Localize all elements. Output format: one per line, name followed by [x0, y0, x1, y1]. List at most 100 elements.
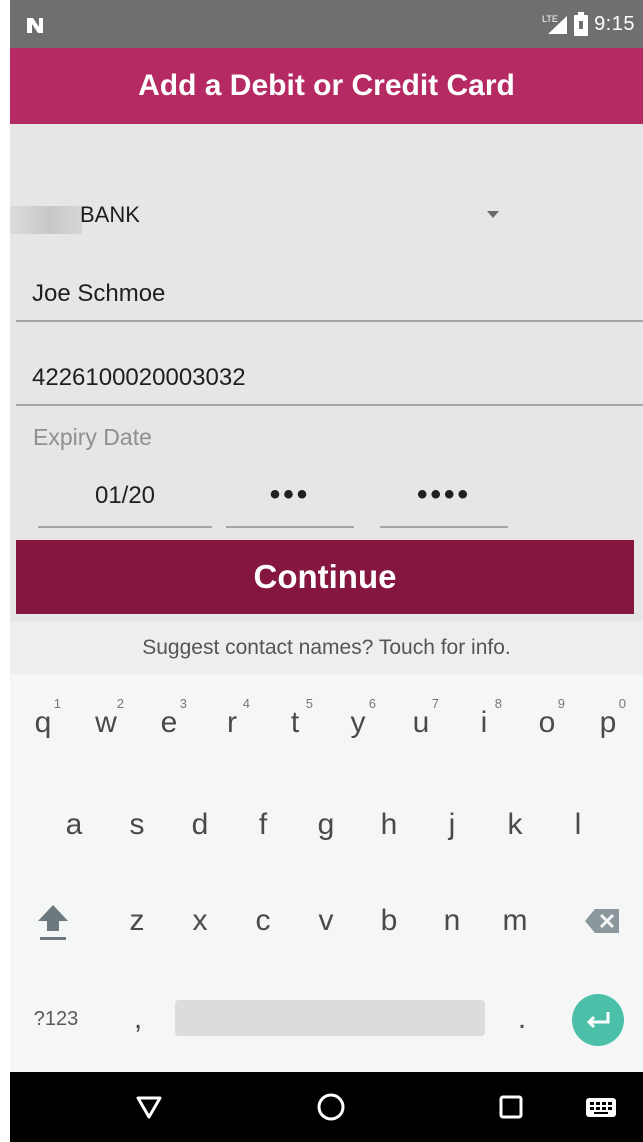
key-b[interactable]: b — [361, 886, 417, 956]
key-a[interactable]: a — [46, 790, 102, 860]
symbols-key[interactable]: ?123 — [24, 984, 88, 1054]
field-underline — [16, 404, 643, 406]
key-g[interactable]: g — [298, 790, 354, 860]
key-l[interactable]: l — [550, 790, 606, 860]
app-bar: Add a Debit or Credit Card — [10, 48, 643, 124]
key-label: c — [255, 904, 271, 937]
bank-dropdown[interactable]: BANK — [10, 178, 643, 254]
shift-key[interactable] — [25, 886, 81, 956]
pin-masked-value: •••• — [416, 478, 471, 511]
key-label: k — [507, 808, 523, 841]
key-hint: 7 — [431, 696, 439, 711]
key-h[interactable]: h — [361, 790, 417, 860]
key-label: d — [191, 808, 209, 841]
key-d[interactable]: d — [172, 790, 228, 860]
key-j[interactable]: j — [424, 790, 480, 860]
cardholder-name-value: Joe Schmoe — [32, 280, 166, 307]
shift-icon — [38, 905, 68, 940]
key-hint: 5 — [305, 696, 313, 711]
battery-icon — [574, 12, 589, 36]
status-bar: LTE 9:15 — [10, 0, 643, 48]
space-bar[interactable] — [175, 1000, 485, 1036]
key-c[interactable]: c — [235, 886, 291, 956]
expiry-date-field[interactable]: 01/20 — [38, 470, 212, 528]
pin-field[interactable]: •••• — [380, 470, 508, 528]
backspace-icon — [585, 909, 619, 933]
suggestion-text: Suggest contact names? Touch for info. — [142, 636, 511, 659]
key-e[interactable]: 3e — [141, 688, 197, 758]
key-o[interactable]: 9o — [519, 688, 575, 758]
key-m[interactable]: m — [487, 886, 543, 956]
key-i[interactable]: 8i — [456, 688, 512, 758]
key-hint: 9 — [557, 696, 565, 711]
field-underline — [38, 526, 212, 528]
keyboard-switch-button[interactable] — [584, 1090, 618, 1124]
field-underline — [380, 526, 508, 528]
home-icon — [317, 1093, 345, 1121]
signal-icon: LTE — [542, 14, 568, 34]
key-n[interactable]: n — [424, 886, 480, 956]
field-underline — [226, 526, 354, 528]
bank-logo-redacted — [10, 206, 82, 234]
key-label: t — [290, 706, 300, 739]
key-hint: 3 — [179, 696, 187, 711]
key-label: o — [538, 706, 556, 739]
home-button[interactable] — [314, 1090, 348, 1124]
status-time: 9:15 — [594, 12, 635, 35]
key-label: w — [95, 706, 117, 739]
key-hint: 2 — [116, 696, 124, 711]
key-s[interactable]: s — [109, 790, 165, 860]
recents-button[interactable] — [494, 1090, 528, 1124]
key-label: h — [380, 808, 398, 841]
key-label: i — [480, 706, 488, 739]
key-comma[interactable]: , — [110, 984, 166, 1054]
key-label: x — [192, 904, 208, 937]
expiry-date-label: Expiry Date — [33, 424, 152, 450]
continue-button-label: Continue — [253, 558, 397, 595]
key-v[interactable]: v — [298, 886, 354, 956]
back-button[interactable] — [132, 1090, 166, 1124]
enter-key[interactable] — [572, 994, 624, 1046]
key-hint: 0 — [618, 696, 626, 711]
field-underline — [16, 320, 643, 322]
key-label: f — [258, 808, 268, 841]
recents-icon — [499, 1095, 523, 1119]
key-y[interactable]: 6y — [330, 688, 386, 758]
key-k[interactable]: k — [487, 790, 543, 860]
key-f[interactable]: f — [235, 790, 291, 860]
key-label: q — [34, 706, 52, 739]
backspace-key[interactable] — [575, 886, 631, 956]
key-label: p — [599, 706, 617, 739]
key-t[interactable]: 5t — [267, 688, 323, 758]
key-label: . — [517, 1002, 527, 1035]
expiry-date-value: 01/20 — [94, 482, 156, 509]
svg-text:LTE: LTE — [542, 14, 558, 24]
bank-selected-value: BANK — [80, 202, 140, 227]
dropdown-arrow-icon — [487, 211, 499, 218]
key-w[interactable]: 2w — [78, 688, 134, 758]
key-label: j — [448, 808, 456, 841]
key-q[interactable]: 1q — [15, 688, 71, 758]
cvv-masked-value: ••• — [269, 478, 311, 511]
continue-button[interactable]: Continue — [16, 540, 634, 614]
key-x[interactable]: x — [172, 886, 228, 956]
back-icon — [136, 1096, 162, 1119]
key-label: s — [129, 808, 145, 841]
card-number-value: 4226100020003032 — [32, 364, 246, 391]
suggestion-strip[interactable]: Suggest contact names? Touch for info. — [10, 622, 643, 674]
key-hint: 6 — [368, 696, 376, 711]
key-period[interactable]: . — [494, 984, 550, 1054]
key-label: b — [380, 904, 398, 937]
cardholder-name-field[interactable]: Joe Schmoe — [16, 262, 643, 322]
card-number-field[interactable]: 4226100020003032 — [16, 346, 643, 406]
key-u[interactable]: 7u — [393, 688, 449, 758]
key-z[interactable]: z — [109, 886, 165, 956]
key-label: m — [502, 904, 528, 937]
key-label: l — [574, 808, 582, 841]
key-r[interactable]: 4r — [204, 688, 260, 758]
cvv-field[interactable]: ••• — [226, 470, 354, 528]
key-label: , — [133, 1002, 143, 1035]
key-p[interactable]: 0p — [580, 688, 636, 758]
key-label: z — [129, 904, 145, 937]
key-label: a — [65, 808, 83, 841]
